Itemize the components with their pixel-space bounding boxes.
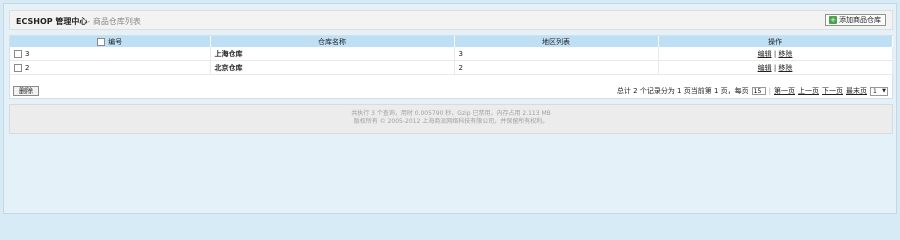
- remove-link[interactable]: 移除: [778, 50, 792, 58]
- copyright: 版权所有 © 2005-2012 上海商派网络科技有限公司，并保留所有权利。: [353, 118, 549, 125]
- page-select-value: 1: [873, 87, 877, 95]
- column-header-region: 地区列表: [454, 36, 659, 47]
- column-header-name: 仓库名称: [210, 36, 455, 47]
- page-header: ECSHOP 管理中心- 商品仓库列表 + 添加商品仓库: [9, 10, 893, 30]
- next-page-link[interactable]: 下一页: [822, 86, 843, 96]
- row-actions: 编辑 | 移除: [658, 60, 893, 75]
- row-id-cell: 2: [10, 60, 211, 75]
- pagination: 总计 2 个记录分为 1 页当前第 1 页，每页 | 第一页 上一页 下一页 最…: [617, 86, 888, 96]
- row-checkbox[interactable]: [14, 49, 22, 58]
- row-id-cell: 3: [10, 47, 211, 61]
- select-all-checkbox[interactable]: [97, 37, 106, 46]
- page-container: ECSHOP 管理中心- 商品仓库列表 + 添加商品仓库 编号 仓库名称 地区列…: [3, 3, 897, 214]
- row-checkbox[interactable]: [14, 63, 22, 72]
- warehouse-name: 上海仓库: [210, 47, 455, 61]
- page-subtitle: - 商品仓库列表: [87, 17, 141, 26]
- warehouse-table-panel: 编号 仓库名称 地区列表 操作 3 上海仓库 3 编辑 | 移除 2 北京仓库 …: [9, 35, 893, 99]
- column-header-id: 编号: [10, 36, 211, 47]
- edit-link[interactable]: 编辑: [758, 50, 772, 58]
- prev-page-link[interactable]: 上一页: [798, 86, 819, 96]
- page-title: ECSHOP 管理中心- 商品仓库列表: [16, 16, 141, 27]
- add-warehouse-label: 添加商品仓库: [839, 16, 881, 24]
- table-row: 2 北京仓库 2 编辑 | 移除: [10, 60, 893, 75]
- warehouse-table: 编号 仓库名称 地区列表 操作 3 上海仓库 3 编辑 | 移除 2 北京仓库 …: [10, 36, 893, 75]
- column-header-actions: 操作: [658, 36, 893, 47]
- edit-link[interactable]: 编辑: [758, 64, 772, 72]
- status-footer: 共执行 3 个查询，用时 0.005790 秒，Gzip 已禁用，内存占用 2.…: [9, 104, 893, 134]
- last-page-link[interactable]: 最末页: [846, 86, 867, 96]
- add-icon: +: [829, 16, 837, 24]
- action-separator: |: [773, 49, 777, 58]
- chevron-down-icon: ▼: [882, 87, 886, 94]
- warehouse-name: 北京仓库: [210, 60, 455, 75]
- column-header-id-label: 编号: [108, 37, 123, 46]
- table-footer: 删除 总计 2 个记录分为 1 页当前第 1 页，每页 | 第一页 上一页 下一…: [10, 84, 892, 98]
- query-stats: 共执行 3 个查询，用时 0.005790 秒，Gzip 已禁用，内存占用 2.…: [351, 110, 551, 117]
- table-header-row: 编号 仓库名称 地区列表 操作: [10, 36, 893, 47]
- remove-link[interactable]: 移除: [778, 64, 792, 72]
- pagination-divider: |: [768, 87, 771, 95]
- region-count: 2: [454, 60, 659, 75]
- action-separator: |: [773, 63, 777, 72]
- first-page-link[interactable]: 第一页: [774, 86, 795, 96]
- row-id: 3: [25, 49, 30, 58]
- app-title: ECSHOP 管理中心: [16, 17, 88, 26]
- add-warehouse-button[interactable]: + 添加商品仓库: [825, 14, 886, 26]
- page-select[interactable]: 1 ▼: [870, 86, 888, 96]
- region-count: 3: [454, 47, 659, 61]
- table-row: 3 上海仓库 3 编辑 | 移除: [10, 47, 893, 61]
- delete-button[interactable]: 删除: [13, 86, 39, 96]
- pagination-summary: 总计 2 个记录分为 1 页当前第 1 页，每页: [616, 87, 749, 95]
- row-id: 2: [25, 63, 30, 72]
- row-actions: 编辑 | 移除: [658, 47, 893, 61]
- per-page-input[interactable]: [751, 87, 766, 95]
